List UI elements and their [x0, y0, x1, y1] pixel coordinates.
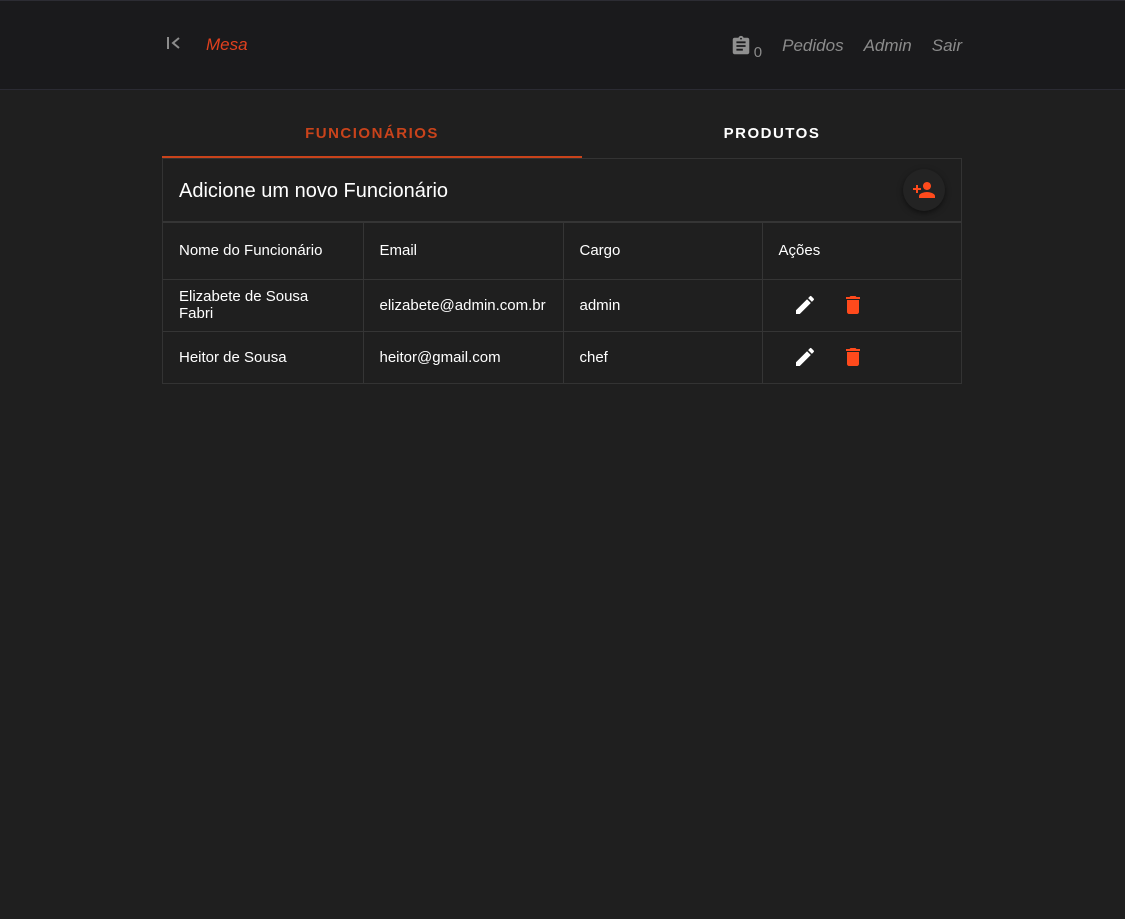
delete-icon[interactable]	[841, 293, 865, 317]
delete-icon[interactable]	[841, 345, 865, 369]
tab-produtos[interactable]: PRODUTOS	[582, 112, 962, 158]
employee-role: chef	[563, 331, 763, 383]
employees-table: Nome do Funcionário Email Cargo Ações El…	[163, 223, 961, 383]
table-row: Elizabete de Sousa Fabri elizabete@admin…	[163, 279, 961, 332]
navbar-inner: Mesa 0 Pedidos Admin Sair	[162, 1, 962, 89]
top-navbar: Mesa 0 Pedidos Admin Sair	[0, 0, 1125, 90]
employee-email: heitor@gmail.com	[363, 331, 564, 383]
nav-link-sair[interactable]: Sair	[932, 36, 962, 56]
column-header-role: Cargo	[563, 223, 763, 280]
employee-role: admin	[563, 279, 763, 332]
card-title: Adicione um novo Funcionário	[179, 180, 449, 202]
column-header-actions: Ações	[762, 223, 961, 280]
brand-link[interactable]: Mesa	[206, 35, 248, 55]
orders-count: 0	[753, 44, 763, 61]
orders-counter[interactable]: 0	[730, 34, 763, 61]
person-add-icon	[913, 182, 935, 198]
column-header-name: Nome do Funcionário	[163, 223, 364, 280]
employee-name: Elizabete de Sousa Fabri	[163, 279, 364, 332]
edit-icon[interactable]	[793, 345, 817, 369]
row-actions	[762, 279, 961, 332]
add-employee-button[interactable]	[903, 169, 945, 211]
table-row: Heitor de Sousa heitor@gmail.com chef	[163, 331, 961, 383]
nav-right: 0 Pedidos Admin Sair	[730, 33, 962, 61]
employees-card: Adicione um novo Funcionário Nome do Fun…	[162, 158, 962, 384]
tab-funcionarios[interactable]: FUNCIONÁRIOS	[162, 112, 582, 158]
edit-icon[interactable]	[793, 293, 817, 317]
row-actions-group	[779, 293, 946, 317]
row-actions-group	[779, 345, 946, 369]
row-actions	[762, 331, 961, 383]
employee-email: elizabete@admin.com.br	[363, 279, 564, 332]
nav-link-pedidos[interactable]: Pedidos	[782, 36, 843, 56]
tab-bar: FUNCIONÁRIOS PRODUTOS	[162, 112, 962, 158]
nav-link-admin[interactable]: Admin	[864, 36, 912, 56]
column-header-email: Email	[363, 223, 564, 280]
clipboard-icon	[732, 35, 750, 55]
table-header-row: Nome do Funcionário Email Cargo Ações	[163, 223, 961, 280]
employee-name: Heitor de Sousa	[163, 331, 364, 383]
first-page-icon[interactable]	[166, 35, 182, 51]
card-header: Adicione um novo Funcionário	[163, 159, 961, 223]
